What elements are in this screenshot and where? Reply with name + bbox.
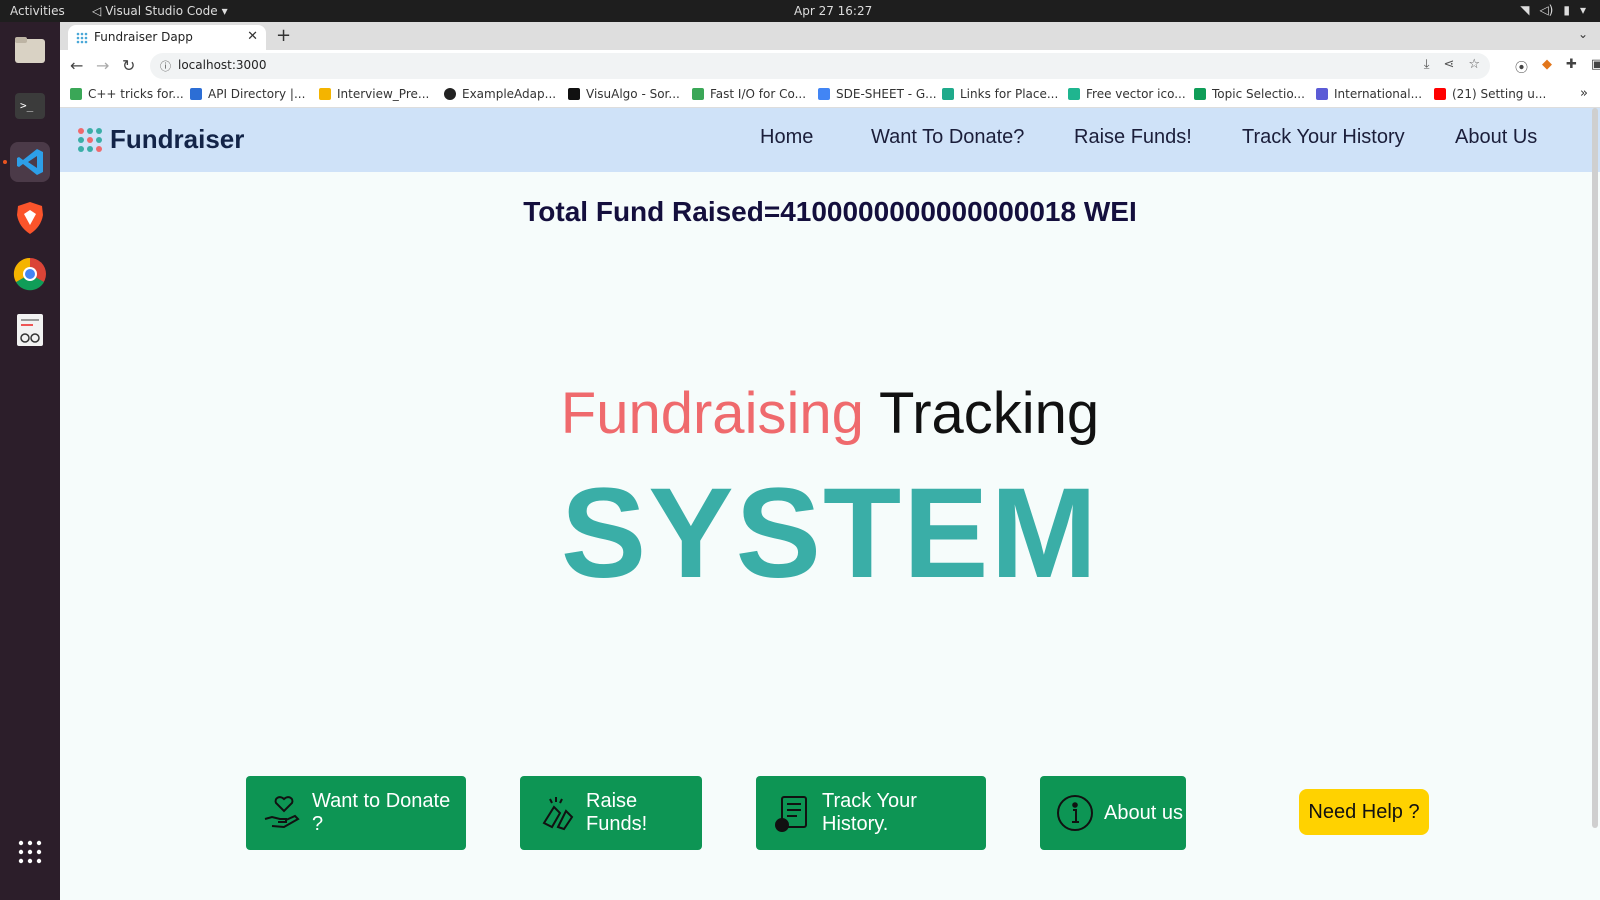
brand-logo-icon <box>78 127 102 152</box>
donate-button[interactable]: Want to Donate ? <box>246 776 466 850</box>
bookmark-item[interactable]: ExampleAdap... <box>444 87 556 101</box>
broadcast-icon[interactable]: ⦿ <box>1515 57 1528 76</box>
app-grid-icon[interactable] <box>10 832 50 872</box>
site-navbar: Fundraiser Home Want To Donate? Raise Fu… <box>60 108 1600 172</box>
raise-funds-button[interactable]: Raise Funds! <box>520 776 702 850</box>
tab-strip: Fundraiser Dapp ✕ + ⌄ <box>60 22 1600 50</box>
bookmark-item[interactable]: International... <box>1316 87 1422 101</box>
app-menu[interactable]: ◁ Visual Studio Code ▾ <box>92 4 228 18</box>
info-icon <box>1057 795 1093 831</box>
page-viewport: Fundraiser Home Want To Donate? Raise Fu… <box>60 108 1600 900</box>
nav-raise-funds[interactable]: Raise Funds! <box>1074 126 1192 149</box>
bookmark-item[interactable]: Links for Place... <box>942 87 1058 101</box>
favicon-icon <box>76 32 88 44</box>
nav-want-to-donate[interactable]: Want To Donate? <box>871 126 1024 149</box>
bookmark-item[interactable]: Topic Selectio... <box>1194 87 1305 101</box>
os-top-bar: Activities ◁ Visual Studio Code ▾ Apr 27… <box>0 0 1600 22</box>
hero-system: SYSTEM <box>560 462 1100 605</box>
bookmark-item[interactable]: Fast I/O for Co... <box>692 87 806 101</box>
files-icon[interactable] <box>10 30 50 70</box>
address-bar[interactable]: ⓘ localhost:3000 ⤓ ⋖ ☆ <box>150 53 1490 79</box>
nav-track-history[interactable]: Track Your History <box>1242 126 1405 149</box>
metamask-icon[interactable]: ◆ <box>1542 57 1552 76</box>
vscode-small-icon: ◁ <box>92 4 102 18</box>
back-icon[interactable]: ← <box>70 56 83 75</box>
hero-word-fundraising: Fundraising <box>560 381 864 446</box>
about-us-button[interactable]: About us <box>1040 776 1186 850</box>
bookmark-favicon-icon <box>190 88 202 100</box>
bookmark-favicon-icon <box>1194 88 1206 100</box>
tab-title: Fundraiser Dapp <box>94 30 193 44</box>
bookmark-favicon-icon <box>568 88 580 100</box>
bookmark-item[interactable]: Interview_Pre... <box>319 87 429 101</box>
about-us-button-label: About us <box>1104 801 1183 824</box>
heart-hand-icon <box>264 796 300 829</box>
chevron-down-icon: ▾ <box>1579 3 1586 17</box>
bookmark-item[interactable]: VisuAlgo - Sor... <box>568 87 680 101</box>
bookmark-star-icon[interactable]: ☆ <box>1468 57 1480 72</box>
wifi-icon: ◥ <box>1520 3 1530 17</box>
clock[interactable]: Apr 27 16:27 <box>794 4 872 18</box>
bookmark-favicon-icon <box>692 88 704 100</box>
extensions-area: ⦿ ◆ ✚ ▣ ⋮ <box>1515 57 1600 76</box>
new-tab-icon[interactable]: + <box>276 25 291 46</box>
reload-icon[interactable]: ↻ <box>122 56 135 75</box>
scrollbar[interactable] <box>1592 108 1598 828</box>
tab-fundraiser[interactable]: Fundraiser Dapp ✕ <box>68 25 266 50</box>
bookmark-item[interactable]: C++ tricks for... <box>70 87 184 101</box>
donate-button-label: Want to Donate ? <box>312 790 451 835</box>
share-icon[interactable]: ⋖ <box>1443 57 1454 72</box>
brand-name: Fundraiser <box>110 124 245 154</box>
running-indicator <box>3 160 7 164</box>
install-icon[interactable]: ⤓ <box>1424 57 1430 72</box>
scroll-document-icon <box>775 796 807 832</box>
chevron-down-icon: ▾ <box>221 4 228 18</box>
more-bookmarks-icon[interactable]: » <box>1580 86 1588 101</box>
hero-heading: Fundraising Tracking <box>60 380 1600 447</box>
bookmark-favicon-icon <box>942 88 954 100</box>
github-icon <box>444 88 456 100</box>
bookmarks-bar: C++ tricks for... API Directory |... Int… <box>60 82 1600 108</box>
bookmark-item[interactable]: SDE-SHEET - G... <box>818 87 937 101</box>
raise-funds-button-label: Raise Funds! <box>586 790 648 835</box>
battery-icon: ▮ <box>1563 3 1570 17</box>
need-help-button[interactable]: Need Help ? <box>1299 789 1429 835</box>
clapping-hands-icon <box>542 797 574 831</box>
nav-home[interactable]: Home <box>760 126 813 149</box>
url-text: localhost:3000 <box>178 58 267 72</box>
puzzle-extensions-icon[interactable]: ✚ <box>1566 57 1577 76</box>
bookmark-item[interactable]: Free vector ico... <box>1068 87 1186 101</box>
document-viewer-icon[interactable] <box>10 310 50 350</box>
bookmark-item[interactable]: API Directory |... <box>190 87 305 101</box>
browser-toolbar: ← → ↻ ⓘ localhost:3000 ⤓ ⋖ ☆ ⦿ ◆ ✚ ▣ ⋮ <box>60 50 1600 82</box>
system-tray[interactable]: ◥ ◁) ▮ ▾ <box>1520 3 1586 17</box>
site-info-icon[interactable]: ⓘ <box>160 58 171 74</box>
youtube-icon <box>1434 88 1446 100</box>
bookmark-favicon-icon <box>319 88 331 100</box>
vscode-icon[interactable] <box>10 142 50 182</box>
svg-text:>_: >_ <box>20 99 34 112</box>
dock: >_ <box>0 22 60 900</box>
bookmark-favicon-icon <box>1068 88 1080 100</box>
bookmark-favicon-icon <box>1316 88 1328 100</box>
total-fund-raised: Total Fund Raised=4100000000000000018 WE… <box>523 196 1137 227</box>
chrome-icon[interactable] <box>10 254 50 294</box>
terminal-icon[interactable]: >_ <box>10 86 50 126</box>
track-history-button-label: Track Your History. <box>822 790 917 835</box>
hero-word-tracking: Tracking <box>878 381 1100 446</box>
volume-icon: ◁) <box>1539 3 1554 17</box>
brand[interactable]: Fundraiser <box>78 124 244 155</box>
bookmark-favicon-icon <box>818 88 830 100</box>
bookmark-favicon-icon <box>70 88 82 100</box>
bookmark-item[interactable]: (21) Setting u... <box>1434 87 1546 101</box>
track-history-button[interactable]: Track Your History. <box>756 776 986 850</box>
tab-search-icon[interactable]: ⌄ <box>1578 27 1588 41</box>
activities-button[interactable]: Activities <box>10 4 65 18</box>
side-panel-icon[interactable]: ▣ <box>1591 57 1600 76</box>
close-icon[interactable]: ✕ <box>247 29 258 44</box>
forward-icon[interactable]: → <box>96 56 109 75</box>
brave-icon[interactable] <box>10 198 50 238</box>
app-name: Visual Studio Code <box>105 4 218 18</box>
nav-about-us[interactable]: About Us <box>1455 126 1537 149</box>
